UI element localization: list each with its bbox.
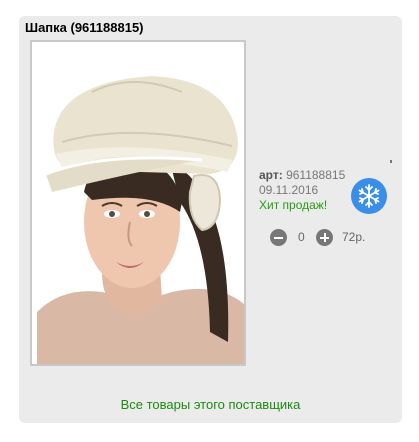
- bestseller-badge: Хит продаж!: [259, 198, 328, 212]
- supplier-products-link[interactable]: Все товары этого поставщика: [19, 397, 402, 412]
- product-image[interactable]: [30, 40, 246, 366]
- product-info: арт: 961188815 09.11.2016 Хит продаж!: [259, 168, 345, 213]
- plus-circle-icon[interactable]: [316, 229, 333, 246]
- quantity-value: 0: [298, 230, 305, 244]
- article-number: 961188815: [286, 168, 346, 182]
- article-label: арт:: [259, 168, 283, 182]
- price-value: 72р.: [342, 230, 366, 244]
- product-date: 09.11.2016: [259, 183, 319, 197]
- product-title: Шапка (961188815): [25, 20, 144, 35]
- snowflake-icon[interactable]: [351, 178, 387, 214]
- minus-circle-icon[interactable]: [270, 229, 287, 246]
- divider-mark: [390, 160, 392, 163]
